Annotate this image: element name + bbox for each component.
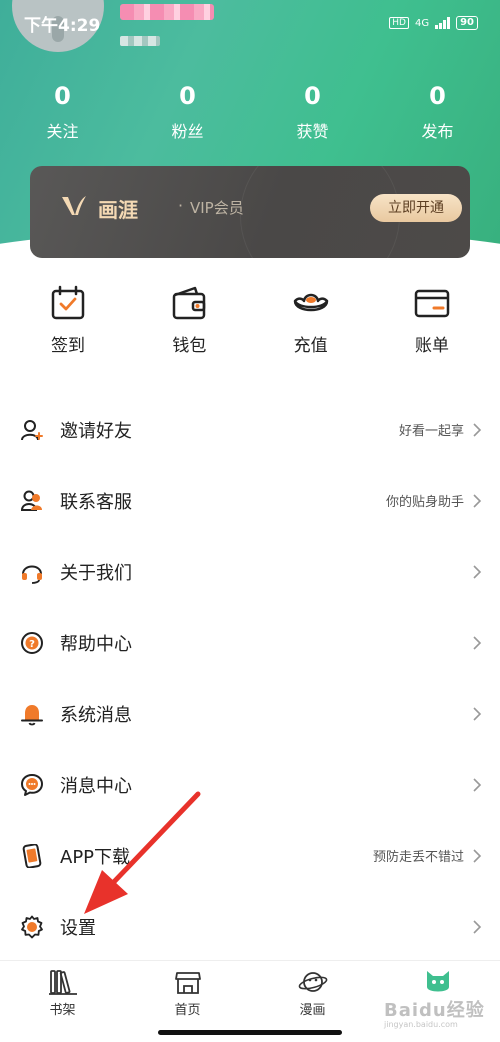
stat-likes[interactable]: 0 获赞 bbox=[250, 82, 375, 142]
watermark-url: jingyan.baidu.com bbox=[384, 1020, 458, 1029]
action-label: 签到 bbox=[51, 336, 85, 356]
menu-label: 联系客服 bbox=[60, 491, 132, 513]
headset-icon bbox=[20, 560, 44, 584]
menu-hint: 好看一起享 bbox=[398, 424, 464, 439]
stat-posts[interactable]: 0 发布 bbox=[375, 82, 500, 142]
watermark: Baidu经验 bbox=[384, 1000, 485, 1021]
storefront-icon bbox=[174, 972, 201, 994]
menu-invite-friends[interactable]: 邀请好友 好看一起享 bbox=[0, 394, 500, 465]
menu-label: 系统消息 bbox=[60, 704, 132, 726]
chevron-right-icon bbox=[473, 635, 482, 650]
action-wallet[interactable]: 钱包 bbox=[129, 283, 249, 363]
stat-fans[interactable]: 0 粉丝 bbox=[125, 82, 250, 142]
annotation-arrow-icon bbox=[84, 791, 201, 914]
stat-following[interactable]: 0 关注 bbox=[0, 82, 125, 142]
bill-card-icon bbox=[414, 289, 450, 318]
status-time: 下午4:29 bbox=[24, 15, 101, 36]
stat-value: 0 bbox=[179, 82, 196, 110]
gold-ingot-icon bbox=[293, 293, 328, 312]
stat-label: 获赞 bbox=[296, 122, 329, 141]
profile-header: 下午4:29 HD 4G 90 0 关注 0 粉丝 0 获赞 0 发布 画涯 ·… bbox=[0, 0, 500, 260]
battery-icon: 90 bbox=[456, 16, 478, 30]
cat-mascot-icon bbox=[426, 971, 449, 992]
chevron-right-icon bbox=[473, 493, 482, 508]
bookshelf-icon bbox=[48, 970, 77, 995]
stat-label: 粉丝 bbox=[171, 122, 204, 141]
tab-bookshelf[interactable]: 书架 bbox=[0, 961, 125, 1042]
wallet-icon bbox=[173, 286, 206, 320]
stat-value: 0 bbox=[304, 82, 321, 110]
menu-hint: 你的贴身助手 bbox=[385, 495, 464, 510]
stat-label: 发布 bbox=[421, 122, 454, 141]
status-indicators: HD 4G 90 bbox=[389, 16, 478, 30]
brand-logo-icon bbox=[62, 196, 86, 215]
action-label: 账单 bbox=[414, 336, 449, 356]
invite-friend-icon bbox=[20, 418, 44, 442]
vip-subtitle: VIP会员 bbox=[190, 199, 244, 217]
signal-icon bbox=[435, 17, 451, 29]
chevron-right-icon bbox=[473, 706, 482, 721]
menu-label: 关于我们 bbox=[60, 562, 132, 584]
gear-icon bbox=[20, 915, 44, 939]
quick-actions: 签到 钱包 充值 账单 bbox=[8, 283, 492, 363]
chevron-right-icon bbox=[473, 777, 482, 792]
home-indicator[interactable] bbox=[158, 1030, 342, 1035]
chevron-right-icon bbox=[473, 564, 482, 579]
menu-label: 帮助中心 bbox=[60, 633, 132, 655]
svg-text:?: ? bbox=[29, 639, 35, 650]
tab-label: 首页 bbox=[174, 1003, 201, 1018]
hd-icon: HD bbox=[389, 17, 409, 29]
vip-brand: 画涯 bbox=[98, 198, 138, 222]
customer-service-icon bbox=[20, 489, 44, 513]
help-icon: ? bbox=[20, 631, 44, 655]
vip-open-button[interactable]: 立即开通 bbox=[370, 194, 462, 222]
user-id-redacted bbox=[120, 36, 160, 46]
status-bar: 下午4:29 HD 4G 90 bbox=[24, 10, 478, 36]
chat-bubble-icon bbox=[20, 773, 44, 797]
menu-hint: 预防走丢不错过 bbox=[372, 850, 464, 865]
planet-icon bbox=[298, 972, 327, 992]
tab-label: 书架 bbox=[49, 1003, 76, 1018]
action-checkin[interactable]: 签到 bbox=[8, 283, 128, 363]
menu-system-messages[interactable]: 系统消息 bbox=[0, 678, 500, 749]
action-label: 钱包 bbox=[172, 336, 207, 356]
menu-about-us[interactable]: 关于我们 bbox=[0, 536, 500, 607]
menu-contact-service[interactable]: 联系客服 你的贴身助手 bbox=[0, 465, 500, 536]
calendar-check-icon bbox=[51, 285, 85, 320]
phone-download-icon bbox=[20, 843, 44, 868]
stat-label: 关注 bbox=[46, 122, 79, 141]
tab-label: 漫画 bbox=[299, 1003, 326, 1018]
menu-help-center[interactable]: ? 帮助中心 bbox=[0, 607, 500, 678]
stat-value: 0 bbox=[54, 82, 71, 110]
bell-icon bbox=[20, 702, 44, 726]
action-bill[interactable]: 账单 bbox=[372, 283, 492, 363]
chevron-right-icon bbox=[473, 919, 482, 934]
action-recharge[interactable]: 充值 bbox=[251, 283, 371, 363]
network-label: 4G bbox=[414, 17, 430, 29]
chevron-right-icon bbox=[473, 848, 482, 863]
vip-banner[interactable]: 画涯 · VIP会员 立即开通 bbox=[30, 166, 470, 258]
action-label: 充值 bbox=[293, 336, 328, 356]
chevron-right-icon bbox=[473, 422, 482, 437]
profile-stats: 0 关注 0 粉丝 0 获赞 0 发布 bbox=[0, 82, 500, 142]
vip-separator: · bbox=[178, 196, 184, 215]
menu-label: 邀请好友 bbox=[60, 420, 132, 442]
stat-value: 0 bbox=[429, 82, 446, 110]
